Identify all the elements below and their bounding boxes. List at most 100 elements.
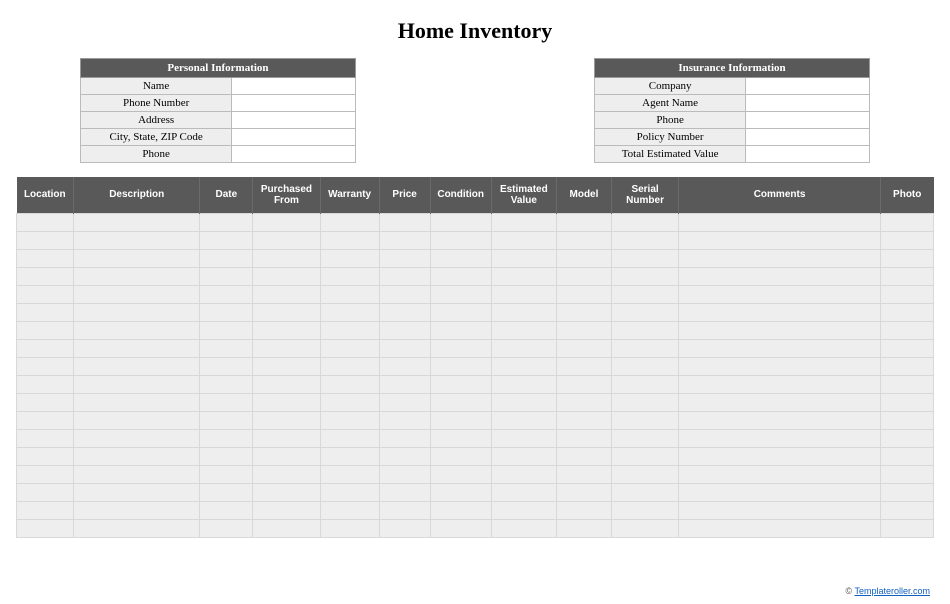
table-cell[interactable] [611, 213, 678, 231]
table-cell[interactable] [611, 393, 678, 411]
table-cell[interactable] [320, 519, 379, 537]
table-cell[interactable] [556, 375, 611, 393]
table-cell[interactable] [556, 411, 611, 429]
table-cell[interactable] [556, 267, 611, 285]
table-cell[interactable] [679, 393, 881, 411]
table-cell[interactable] [679, 483, 881, 501]
table-cell[interactable] [880, 303, 933, 321]
table-cell[interactable] [556, 519, 611, 537]
table-cell[interactable] [556, 249, 611, 267]
table-cell[interactable] [611, 231, 678, 249]
table-cell[interactable] [379, 429, 430, 447]
table-cell[interactable] [200, 429, 253, 447]
table-cell[interactable] [491, 321, 556, 339]
table-cell[interactable] [200, 339, 253, 357]
table-cell[interactable] [200, 267, 253, 285]
table-cell[interactable] [611, 339, 678, 357]
table-cell[interactable] [491, 447, 556, 465]
table-cell[interactable] [74, 393, 200, 411]
table-cell[interactable] [17, 501, 74, 519]
table-cell[interactable] [679, 321, 881, 339]
table-cell[interactable] [379, 357, 430, 375]
table-cell[interactable] [880, 213, 933, 231]
table-cell[interactable] [679, 231, 881, 249]
personal-value[interactable] [232, 129, 356, 146]
table-cell[interactable] [430, 231, 491, 249]
personal-value[interactable] [232, 112, 356, 129]
table-cell[interactable] [556, 429, 611, 447]
table-cell[interactable] [320, 267, 379, 285]
table-cell[interactable] [880, 375, 933, 393]
table-cell[interactable] [17, 375, 74, 393]
table-cell[interactable] [74, 267, 200, 285]
table-cell[interactable] [880, 321, 933, 339]
table-cell[interactable] [17, 249, 74, 267]
table-cell[interactable] [320, 231, 379, 249]
table-cell[interactable] [556, 447, 611, 465]
table-cell[interactable] [17, 231, 74, 249]
table-cell[interactable] [880, 483, 933, 501]
table-cell[interactable] [611, 429, 678, 447]
table-cell[interactable] [491, 393, 556, 411]
table-cell[interactable] [379, 411, 430, 429]
table-cell[interactable] [17, 483, 74, 501]
table-cell[interactable] [880, 231, 933, 249]
table-cell[interactable] [556, 393, 611, 411]
table-cell[interactable] [379, 303, 430, 321]
table-cell[interactable] [320, 429, 379, 447]
table-cell[interactable] [491, 465, 556, 483]
table-cell[interactable] [379, 465, 430, 483]
table-cell[interactable] [679, 213, 881, 231]
table-cell[interactable] [253, 249, 320, 267]
table-cell[interactable] [679, 267, 881, 285]
table-cell[interactable] [74, 285, 200, 303]
table-cell[interactable] [491, 411, 556, 429]
personal-value[interactable] [232, 78, 356, 95]
table-cell[interactable] [253, 231, 320, 249]
table-cell[interactable] [679, 465, 881, 483]
table-cell[interactable] [379, 501, 430, 519]
table-cell[interactable] [880, 285, 933, 303]
table-cell[interactable] [679, 519, 881, 537]
table-cell[interactable] [253, 429, 320, 447]
table-cell[interactable] [320, 375, 379, 393]
table-cell[interactable] [320, 339, 379, 357]
table-cell[interactable] [880, 465, 933, 483]
table-cell[interactable] [200, 447, 253, 465]
table-cell[interactable] [430, 285, 491, 303]
table-cell[interactable] [679, 375, 881, 393]
table-cell[interactable] [556, 465, 611, 483]
personal-value[interactable] [232, 95, 356, 112]
footer-link[interactable]: Templateroller.com [854, 586, 930, 596]
table-cell[interactable] [253, 357, 320, 375]
table-cell[interactable] [611, 267, 678, 285]
table-cell[interactable] [253, 483, 320, 501]
table-cell[interactable] [611, 375, 678, 393]
table-cell[interactable] [430, 447, 491, 465]
table-cell[interactable] [430, 465, 491, 483]
table-cell[interactable] [17, 285, 74, 303]
table-cell[interactable] [200, 231, 253, 249]
table-cell[interactable] [200, 501, 253, 519]
table-cell[interactable] [491, 375, 556, 393]
table-cell[interactable] [679, 339, 881, 357]
table-cell[interactable] [320, 501, 379, 519]
table-cell[interactable] [491, 339, 556, 357]
table-cell[interactable] [491, 249, 556, 267]
table-cell[interactable] [880, 357, 933, 375]
table-cell[interactable] [379, 213, 430, 231]
table-cell[interactable] [379, 231, 430, 249]
table-cell[interactable] [491, 303, 556, 321]
table-cell[interactable] [74, 465, 200, 483]
table-cell[interactable] [74, 519, 200, 537]
table-cell[interactable] [74, 231, 200, 249]
table-cell[interactable] [200, 285, 253, 303]
table-cell[interactable] [556, 321, 611, 339]
table-cell[interactable] [17, 321, 74, 339]
table-cell[interactable] [74, 249, 200, 267]
table-cell[interactable] [491, 357, 556, 375]
table-cell[interactable] [491, 231, 556, 249]
table-cell[interactable] [880, 429, 933, 447]
table-cell[interactable] [430, 393, 491, 411]
table-cell[interactable] [611, 357, 678, 375]
